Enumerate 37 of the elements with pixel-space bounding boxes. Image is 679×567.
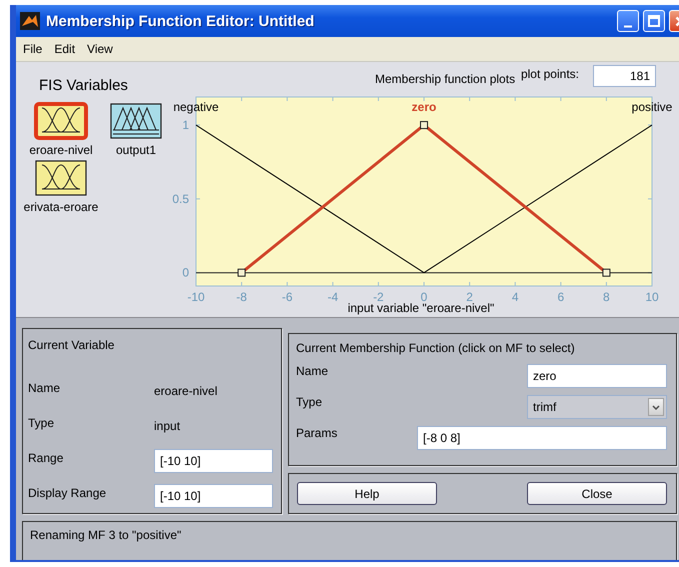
field-value: eroare-nivel [154, 384, 218, 398]
field-label: Display Range [28, 486, 108, 500]
field-label: Name [296, 364, 328, 378]
tick-label: -6 [282, 290, 293, 304]
variable-label: eroare-nivel [29, 143, 93, 157]
field-label: plot points: [520, 67, 579, 81]
tick-label: -4 [327, 290, 338, 304]
field-label: Type [28, 416, 56, 430]
tick-label: 4 [512, 290, 519, 304]
tick-label: -10 [187, 290, 205, 304]
tick-label: 0 [182, 266, 189, 280]
field-label: Params [296, 426, 338, 440]
mf-label: zero [412, 100, 436, 114]
section-heading: FIS Variables [39, 77, 129, 96]
tick-label: -2 [373, 290, 384, 304]
field-label: Name [28, 381, 62, 395]
tick-label: 1 [182, 118, 189, 132]
variable-label: erivata-eroare [24, 200, 98, 214]
field-label: Range [28, 451, 64, 465]
mf-label: negative [173, 100, 219, 114]
plot-title: Membership function plots [375, 72, 516, 86]
tick-label: 2 [466, 290, 473, 304]
tick-label: 10 [645, 290, 659, 304]
tick-label: 6 [557, 290, 564, 304]
panel-heading: Current Membership Function (click on MF to select) [296, 341, 576, 357]
field-value: input [154, 418, 182, 432]
variable-label: output1 [116, 143, 156, 157]
tick-label: -8 [236, 290, 247, 304]
tick-label: 8 [603, 290, 610, 304]
tick-label: 0 [420, 290, 428, 304]
window-title: Membership Function Editor: Untitled [46, 12, 314, 30]
tick-label: 0.5 [172, 192, 189, 206]
axis-label: input variable "eroare-nivel" [348, 301, 494, 315]
mf-label: positive [632, 100, 672, 114]
panel-heading: Current Variable [28, 338, 116, 354]
field-label: Type [296, 395, 322, 409]
status-message: Renaming MF 3 to "positive" [30, 528, 182, 542]
